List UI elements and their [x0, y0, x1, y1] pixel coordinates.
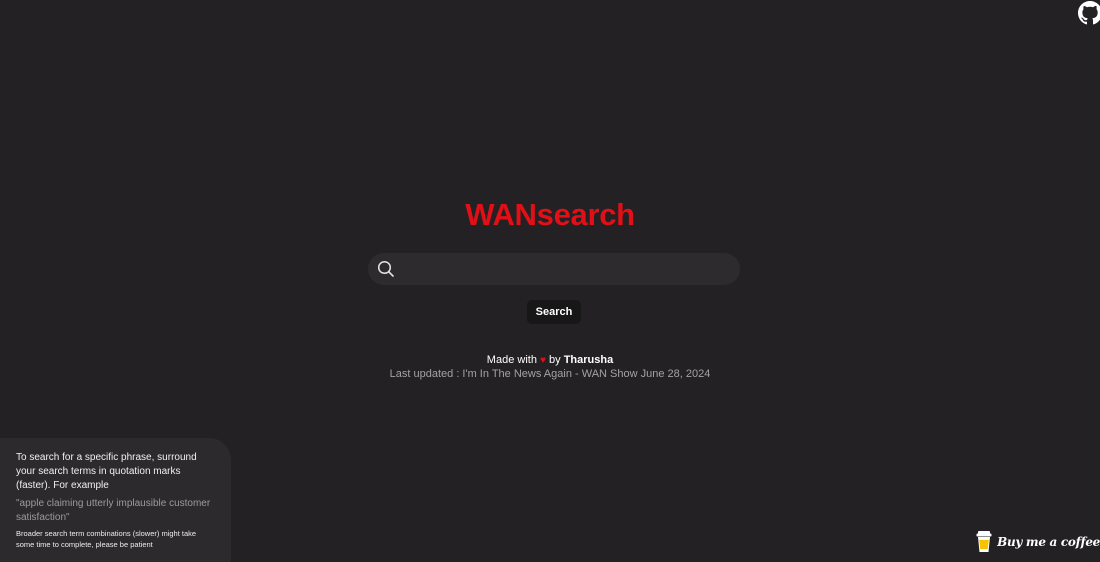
page-title: WANsearch [465, 197, 635, 232]
search-button[interactable]: Search [527, 300, 581, 324]
page: WANsearch Search Made with ♥ by Tharusha… [0, 0, 1100, 562]
search-bar [368, 253, 740, 285]
tip-text: To search for a specific phrase, surroun… [16, 452, 197, 491]
buy-me-a-coffee-label: Buy me a coffee [997, 535, 1100, 549]
github-icon [1078, 1, 1100, 25]
github-link[interactable] [1078, 1, 1100, 25]
credits-line: Made with ♥ by Tharusha [0, 353, 1100, 368]
tip-note: Broader search term combinations (slower… [16, 529, 197, 549]
by-text: by [549, 354, 561, 366]
tip-example: "apple claiming utterly implausible cust… [16, 498, 211, 523]
coffee-cup-icon [975, 530, 993, 554]
search-icon [377, 260, 395, 278]
search-tips-panel: To search for a specific phrase, surroun… [0, 438, 231, 562]
search-input[interactable] [395, 254, 740, 284]
last-updated: Last updated : I'm In The News Again - W… [389, 368, 711, 380]
buy-me-a-coffee-link[interactable]: Buy me a coffee [975, 529, 1100, 555]
heart-icon: ♥ [540, 355, 546, 366]
made-with-text: Made with [486, 354, 537, 366]
author-link[interactable]: Tharusha [564, 354, 614, 366]
